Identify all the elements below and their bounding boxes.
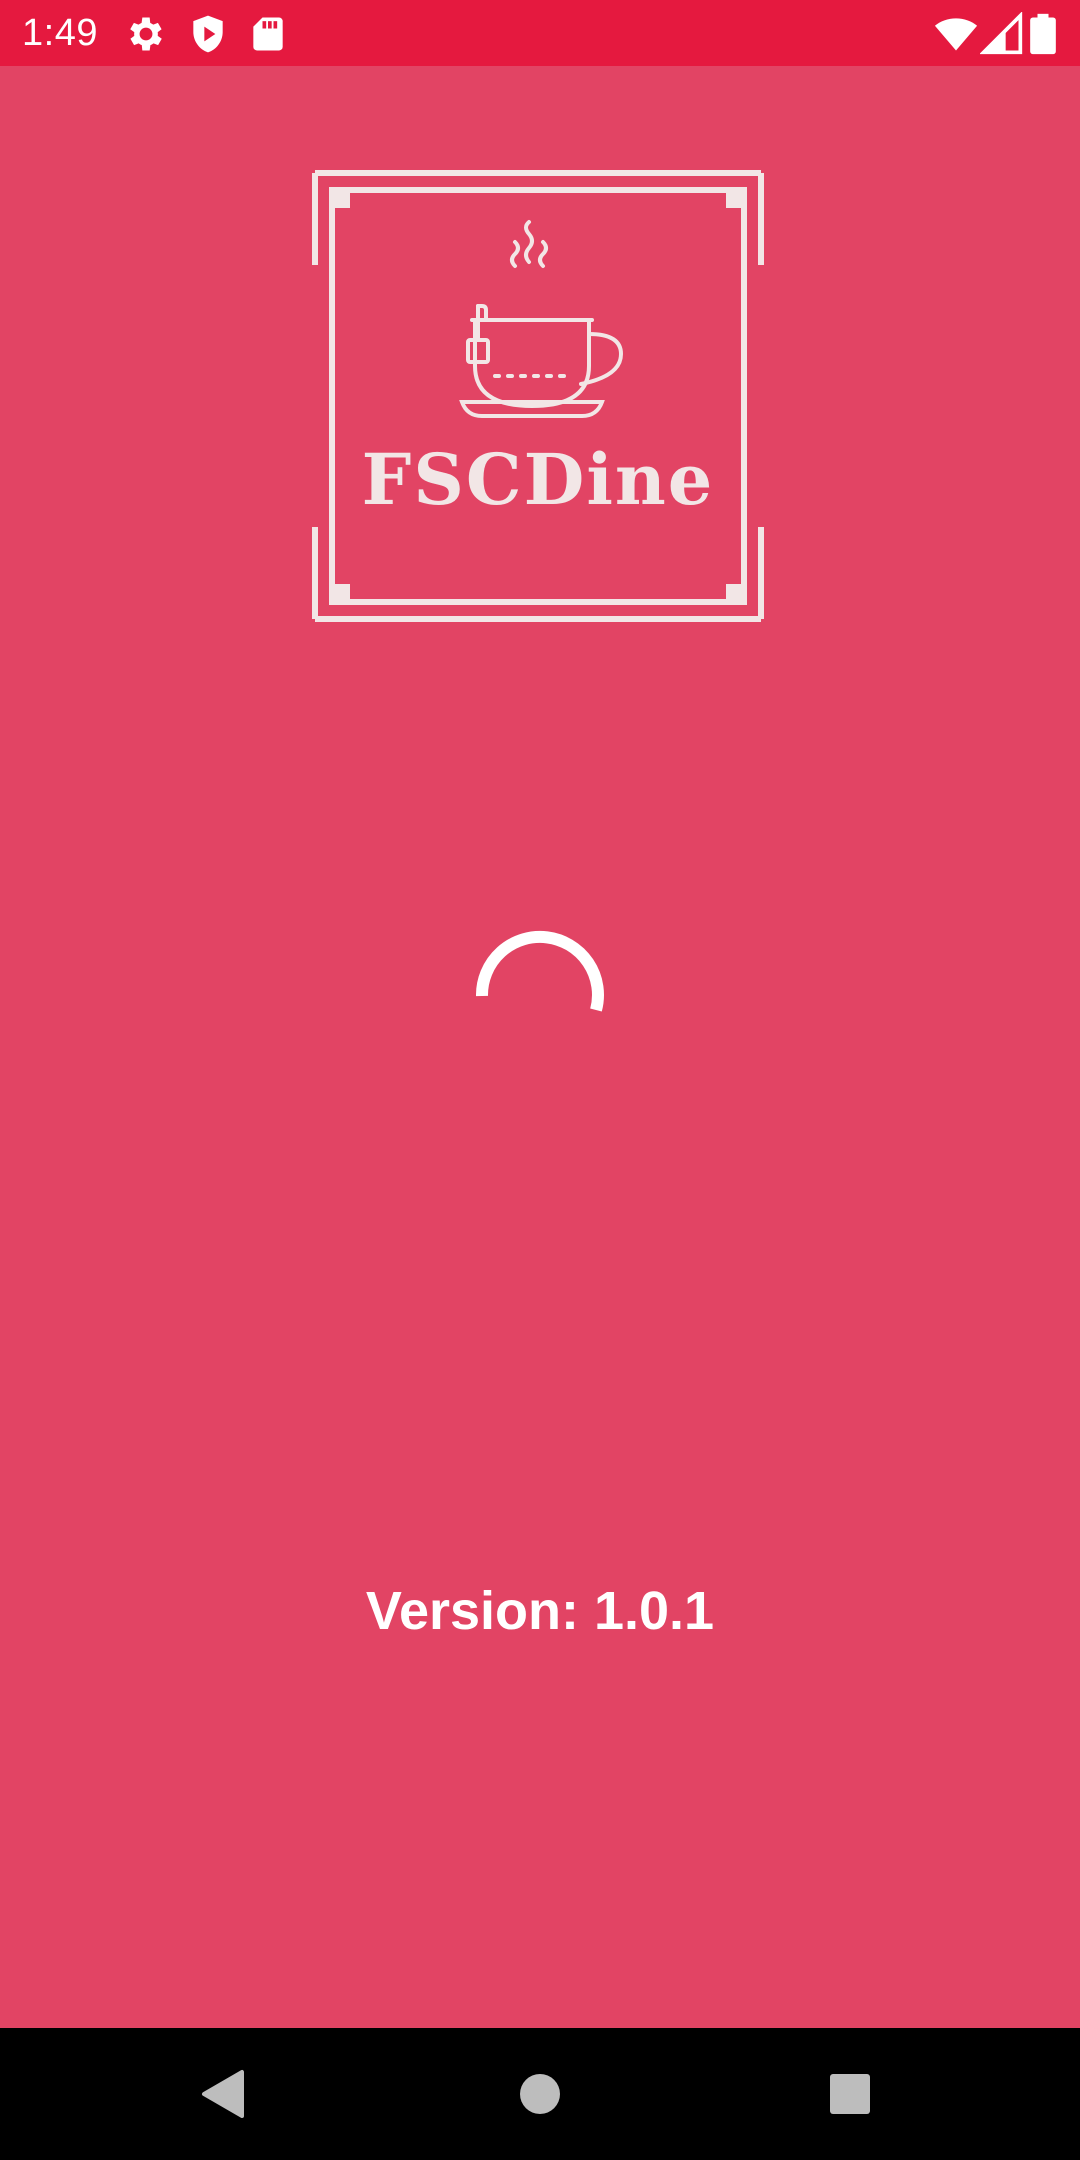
app-logo: FSCDine [312,170,764,622]
coffee-cup-icon [459,220,624,418]
battery-icon [1026,12,1060,56]
back-icon[interactable] [190,2058,262,2130]
nav-bar [0,2028,1080,2160]
home-icon[interactable] [504,2058,576,2130]
logo-text: FSCDine [361,438,715,521]
version-text: Version: 1.0.1 [365,1581,715,1641]
cell-signal-icon [980,12,1024,56]
loading-spinner [470,926,610,1066]
recents-icon[interactable] [814,2058,886,2130]
status-time: 1:49 [22,12,98,54]
status-bar: 1:49 [0,0,1080,66]
wifi-icon [934,12,978,56]
gear-icon [124,12,168,56]
sd-card-icon [246,12,290,56]
splash-screen: FSCDine Version: 1.0.1 [0,66,1080,2028]
shield-play-icon [186,12,230,56]
